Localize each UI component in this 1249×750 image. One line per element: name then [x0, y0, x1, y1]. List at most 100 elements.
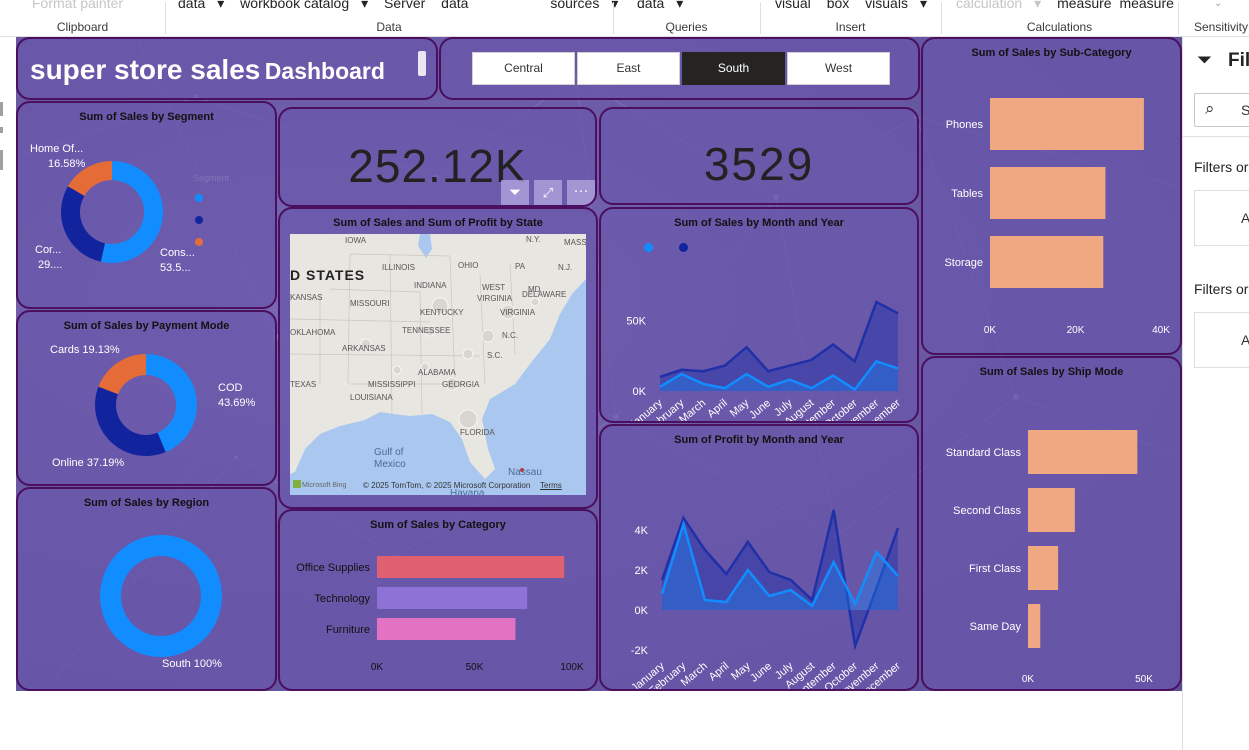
- bar-label-same-day: Same Day: [970, 621, 1022, 633]
- filters-on-page-label: Filters or: [1194, 159, 1249, 175]
- map-label-georgia: GEORGIA: [442, 380, 480, 389]
- new-visual-button[interactable]: visual: [775, 0, 811, 11]
- ribbon-group-calculations: calculation ▾ measure measure Calculation…: [941, 0, 1178, 37]
- bar-standard-class[interactable]: [1028, 430, 1138, 474]
- table-view-icon[interactable]: [0, 127, 3, 133]
- quick-calculation-button[interactable]: calculation ▾: [956, 0, 1041, 11]
- more-visuals-button[interactable]: visuals ▾: [865, 0, 927, 11]
- bar-second-class[interactable]: [1028, 488, 1075, 532]
- region-slicer-card: Central East South West: [439, 37, 920, 100]
- bar-tables[interactable]: [990, 167, 1106, 219]
- kpi-count-value: 3529: [703, 138, 815, 190]
- bar-label-furniture: Furniture: [326, 624, 370, 636]
- filter-funnel-icon[interactable]: ⏷: [1197, 50, 1212, 72]
- map-label-n-y: N.Y.: [526, 235, 541, 244]
- map-label-pa: PA: [515, 262, 526, 271]
- search-icon: ⌕: [1205, 99, 1215, 118]
- slicer-option-west[interactable]: West: [787, 52, 890, 85]
- enter-data-button[interactable]: data: [441, 0, 468, 11]
- ribbon-group-label: Insert: [835, 20, 866, 34]
- focus-mode-icon[interactable]: ⤢: [534, 180, 562, 205]
- bar-label-phones: Phones: [946, 119, 984, 131]
- report-canvas: super store sales Dashboard Central East…: [16, 37, 1182, 691]
- legend-marker-consumer: [195, 194, 203, 202]
- subcategory-bar-chart: Phones Tables Storage 0K 20K 40K: [944, 98, 1170, 336]
- bar-furniture[interactable]: [377, 618, 516, 640]
- quick-measure-button[interactable]: measure: [1119, 0, 1173, 11]
- map-label-kentucky: KENTUCKY: [420, 308, 464, 317]
- category-bar-chart: Office Supplies Technology Furniture 0K 50K 1…: [296, 556, 584, 673]
- category-bar-card: Sum of Sales by Category Office Supplies…: [278, 509, 598, 691]
- shipmode-bar-card: Sum of Sales by Ship Mode Standard Class…: [921, 356, 1182, 691]
- bar-label-office-supplies: Office Supplies: [296, 562, 370, 574]
- more-options-icon[interactable]: ···: [567, 180, 595, 205]
- slicer-option-central[interactable]: Central: [472, 52, 575, 85]
- payment-label-cod: COD: [218, 382, 243, 394]
- donut-slice-online[interactable]: [95, 386, 166, 456]
- recent-sources-button[interactable]: sources ▾: [550, 0, 618, 11]
- format-painter-button[interactable]: Format painter: [32, 0, 123, 11]
- bar-label-standard-class: Standard Class: [946, 447, 1022, 459]
- sql-server-button[interactable]: Server: [384, 0, 425, 11]
- map-label-mississippi: MISSISSIPPI: [368, 380, 416, 389]
- payment-label-cards: Cards 19.13%: [50, 344, 120, 356]
- profit-by-month-card: Sum of Profit by Month and Year -2K 0K 2K 4…: [599, 424, 919, 691]
- segment-donut-card: Sum of Sales by Segment Home Of... 16.58…: [16, 101, 277, 309]
- ribbon-group-label: Queries: [665, 20, 708, 34]
- map-label-oklahoma: OKLAHOMA: [290, 328, 336, 337]
- region-label-south: South 100%: [162, 658, 222, 670]
- new-measure-button[interactable]: measure: [1057, 0, 1111, 11]
- filters-pane: ⏷ Fil ⌕ S Filters or A Filters or A: [1182, 37, 1249, 750]
- bar-phones[interactable]: [990, 98, 1144, 150]
- report-view-icon[interactable]: [0, 102, 3, 116]
- map-label-delaware: DELAWARE: [522, 290, 566, 299]
- model-view-icon[interactable]: [0, 150, 3, 170]
- state-map[interactable]: IOWA N.Y. MASS ILLINOIS OHIO PA N.J. D STATES IN…: [290, 234, 586, 495]
- donut-slice-cards[interactable]: [98, 354, 146, 395]
- state-map-card: Sum of Sales and Sum of Profit by State …: [278, 207, 598, 509]
- text-cursor: [418, 51, 426, 76]
- donut-slice-south[interactable]: [100, 535, 222, 657]
- region-donut-card: Sum of Sales by Region South 100%: [16, 487, 277, 691]
- map-attribution: © 2025 TomTom, © 2025 Microsoft Corporat…: [363, 481, 531, 490]
- map-label-n-j: N.J.: [558, 263, 572, 272]
- y-tick-label: 0K: [635, 605, 649, 617]
- x-tick-label: 40K: [1152, 325, 1170, 336]
- add-filter-page-box[interactable]: A: [1194, 190, 1249, 246]
- text-box-button[interactable]: box: [827, 0, 850, 11]
- x-tick-label: 0K: [371, 662, 384, 673]
- segment-value-corporate: 29....: [38, 259, 63, 271]
- map-label-arkansas: ARKANSAS: [342, 344, 386, 353]
- add-filter-all-box[interactable]: A: [1194, 312, 1249, 368]
- ribbon-group-sensitivity: ⌄ Sensitivity: [1184, 0, 1249, 37]
- dashboard-title: super store sales Dashboard: [30, 54, 385, 85]
- kpi-total-sales-card: 252.12K ⏷ ⤢ ···: [278, 107, 597, 207]
- canvas-footer-area: [16, 691, 1182, 750]
- bar-storage[interactable]: [990, 236, 1104, 288]
- chevron-down-icon[interactable]: ⌄: [1214, 0, 1249, 9]
- filters-pane-title: Fil: [1228, 50, 1249, 71]
- map-terms-link[interactable]: Terms: [540, 481, 562, 490]
- filters-search-input[interactable]: ⌕ S: [1194, 93, 1249, 127]
- map-label-missouri: MISSOURI: [350, 299, 390, 308]
- map-label-indiana: INDIANA: [414, 281, 447, 290]
- left-view-rail: [0, 37, 16, 750]
- payment-donut-card: Sum of Sales by Payment Mode Cards 19.13…: [16, 310, 277, 486]
- refresh-data-button[interactable]: data ▾: [637, 0, 683, 11]
- bar-same-day[interactable]: [1028, 604, 1041, 648]
- bar-first-class[interactable]: [1028, 546, 1059, 590]
- slicer-option-south[interactable]: South: [682, 52, 785, 85]
- map-label-mass: MASS: [564, 238, 586, 247]
- y-tick-label: 2K: [635, 565, 649, 577]
- y-tick-label: 4K: [635, 525, 649, 537]
- bar-office-supplies[interactable]: [377, 556, 565, 578]
- get-data-button[interactable]: data ▾: [178, 0, 224, 11]
- ribbon-group-label: Calculations: [1026, 20, 1093, 34]
- workbook-catalog-button[interactable]: workbook catalog ▾: [240, 0, 368, 11]
- map-label-kansas: KANSAS: [290, 293, 322, 302]
- bar-label-second-class: Second Class: [953, 505, 1021, 517]
- donut-slice-corporate[interactable]: [60, 186, 105, 262]
- filter-icon[interactable]: ⏷: [501, 180, 529, 205]
- slicer-option-east[interactable]: East: [577, 52, 680, 85]
- bar-technology[interactable]: [377, 587, 528, 609]
